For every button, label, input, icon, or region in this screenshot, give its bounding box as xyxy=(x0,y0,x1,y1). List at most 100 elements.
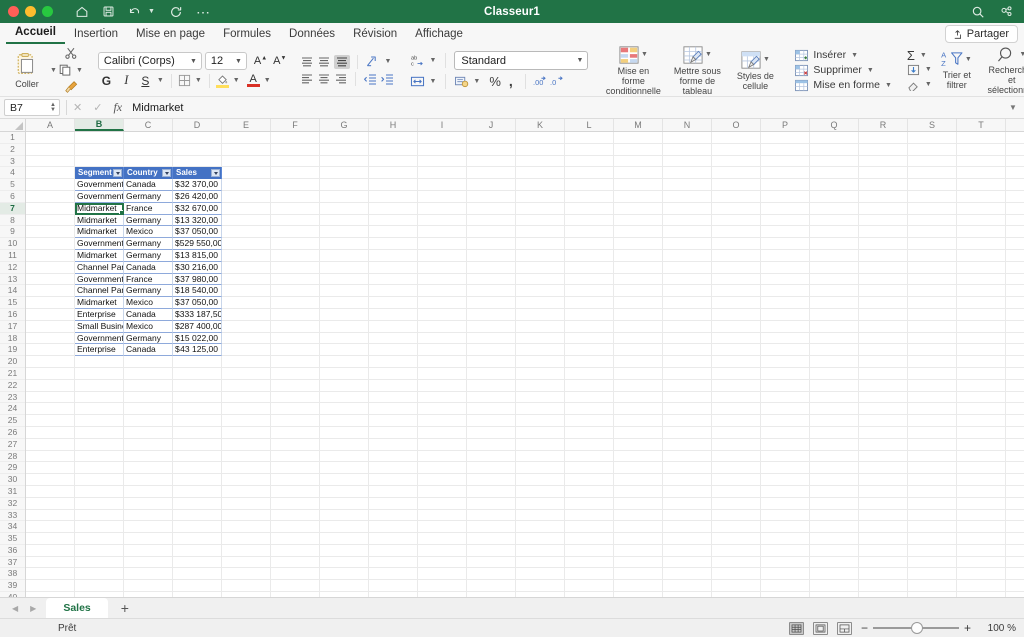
cell-Q10[interactable] xyxy=(810,238,859,250)
cell-F29[interactable] xyxy=(271,462,320,474)
cell-R26[interactable] xyxy=(859,427,908,439)
cell-N26[interactable] xyxy=(663,427,712,439)
cell-M32[interactable] xyxy=(614,498,663,510)
cell-E35[interactable] xyxy=(222,533,271,545)
cell-I40[interactable] xyxy=(418,592,467,597)
cell-F24[interactable] xyxy=(271,403,320,415)
cell-J17[interactable] xyxy=(467,321,516,333)
column-header-P[interactable]: P xyxy=(761,119,810,131)
cell-E9[interactable] xyxy=(222,226,271,238)
cell-R31[interactable] xyxy=(859,486,908,498)
cell-O1[interactable] xyxy=(712,132,761,144)
cell-P38[interactable] xyxy=(761,568,810,580)
cell-K35[interactable] xyxy=(516,533,565,545)
wrap-text-button[interactable]: abc xyxy=(410,54,425,67)
cell-O25[interactable] xyxy=(712,415,761,427)
row-header-21[interactable]: 21 xyxy=(0,368,25,380)
cell-F32[interactable] xyxy=(271,498,320,510)
cell-R7[interactable] xyxy=(859,203,908,215)
cell-R2[interactable] xyxy=(859,144,908,156)
cell-K4[interactable] xyxy=(516,167,565,179)
tab-mise-en-page[interactable]: Mise en page xyxy=(127,27,214,44)
cell-A24[interactable] xyxy=(26,403,75,415)
wrap-text-chevron-down-icon[interactable]: ▼ xyxy=(428,57,437,64)
cell-G31[interactable] xyxy=(320,486,369,498)
cell-C15[interactable]: Mexico xyxy=(124,297,173,309)
row-header-7[interactable]: 7 xyxy=(0,203,25,215)
cell-A27[interactable] xyxy=(26,439,75,451)
cell-J31[interactable] xyxy=(467,486,516,498)
cell-M18[interactable] xyxy=(614,333,663,345)
cell-G36[interactable] xyxy=(320,545,369,557)
cell-O21[interactable] xyxy=(712,368,761,380)
cell-F10[interactable] xyxy=(271,238,320,250)
number-format-select[interactable]: Standard ▼ xyxy=(454,51,588,70)
cell-L12[interactable] xyxy=(565,262,614,274)
cell-E1[interactable] xyxy=(222,132,271,144)
cell-O16[interactable] xyxy=(712,309,761,321)
cell-J29[interactable] xyxy=(467,462,516,474)
cell-U35[interactable] xyxy=(1006,533,1024,545)
cell-P36[interactable] xyxy=(761,545,810,557)
cell-C1[interactable] xyxy=(124,132,173,144)
cell-O36[interactable] xyxy=(712,545,761,557)
cell-S33[interactable] xyxy=(908,510,957,522)
cell-P1[interactable] xyxy=(761,132,810,144)
decrease-font-size-button[interactable]: A▼ xyxy=(273,55,286,67)
underline-chevron-down-icon[interactable]: ▼ xyxy=(156,77,165,84)
cell-D39[interactable] xyxy=(173,580,222,592)
cell-P32[interactable] xyxy=(761,498,810,510)
cell-S27[interactable] xyxy=(908,439,957,451)
cell-A26[interactable] xyxy=(26,427,75,439)
orientation-button[interactable] xyxy=(365,55,380,68)
next-sheet-button[interactable]: ▶ xyxy=(30,604,36,613)
confirm-formula-button[interactable]: ✓ xyxy=(93,101,102,114)
cell-M13[interactable] xyxy=(614,274,663,286)
cell-F3[interactable] xyxy=(271,156,320,168)
column-header-L[interactable]: L xyxy=(565,119,614,131)
cell-B26[interactable] xyxy=(75,427,124,439)
cell-L10[interactable] xyxy=(565,238,614,250)
row-header-11[interactable]: 11 xyxy=(0,250,25,262)
cell-L38[interactable] xyxy=(565,568,614,580)
cell-S7[interactable] xyxy=(908,203,957,215)
cell-M14[interactable] xyxy=(614,285,663,297)
cell-T9[interactable] xyxy=(957,226,1006,238)
cell-L40[interactable] xyxy=(565,592,614,597)
cell-S29[interactable] xyxy=(908,462,957,474)
cell-U22[interactable] xyxy=(1006,380,1024,392)
cell-H36[interactable] xyxy=(369,545,418,557)
row-header-32[interactable]: 32 xyxy=(0,498,25,510)
cell-U30[interactable] xyxy=(1006,474,1024,486)
cell-A4[interactable] xyxy=(26,167,75,179)
cell-T11[interactable] xyxy=(957,250,1006,262)
cell-Q7[interactable] xyxy=(810,203,859,215)
column-header-U[interactable]: U xyxy=(1006,119,1024,131)
accounting-format-button[interactable] xyxy=(454,75,469,88)
cell-R22[interactable] xyxy=(859,380,908,392)
cell-B27[interactable] xyxy=(75,439,124,451)
cell-L37[interactable] xyxy=(565,557,614,569)
cell-B34[interactable] xyxy=(75,521,124,533)
cell-N6[interactable] xyxy=(663,191,712,203)
cell-T14[interactable] xyxy=(957,285,1006,297)
cell-F11[interactable] xyxy=(271,250,320,262)
cell-O22[interactable] xyxy=(712,380,761,392)
cell-Q26[interactable] xyxy=(810,427,859,439)
cell-O6[interactable] xyxy=(712,191,761,203)
cell-H31[interactable] xyxy=(369,486,418,498)
cell-C31[interactable] xyxy=(124,486,173,498)
cell-S24[interactable] xyxy=(908,403,957,415)
cell-A6[interactable] xyxy=(26,191,75,203)
cell-S9[interactable] xyxy=(908,226,957,238)
cell-E14[interactable] xyxy=(222,285,271,297)
cell-L15[interactable] xyxy=(565,297,614,309)
cell-F17[interactable] xyxy=(271,321,320,333)
row-header-9[interactable]: 9 xyxy=(0,226,25,238)
cell-J24[interactable] xyxy=(467,403,516,415)
cell-U7[interactable] xyxy=(1006,203,1024,215)
cell-R17[interactable] xyxy=(859,321,908,333)
cell-G25[interactable] xyxy=(320,415,369,427)
cell-Q39[interactable] xyxy=(810,580,859,592)
row-header-17[interactable]: 17 xyxy=(0,321,25,333)
